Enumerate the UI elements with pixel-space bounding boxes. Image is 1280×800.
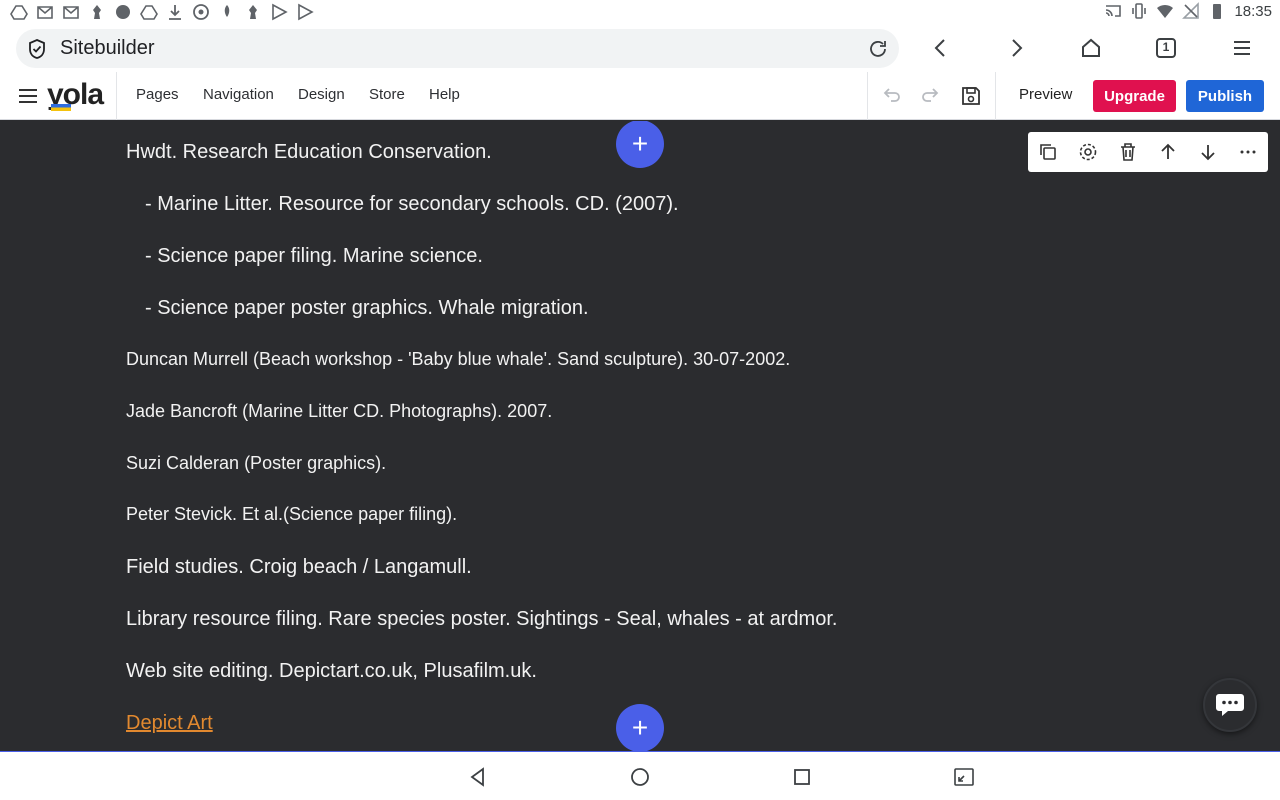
nav-home-icon[interactable] xyxy=(629,766,651,788)
duplicate-icon[interactable] xyxy=(1037,141,1059,163)
menu-design[interactable]: Design xyxy=(298,86,345,103)
preview-button[interactable]: Preview xyxy=(1019,86,1072,103)
depict-art-link[interactable]: Depict Art xyxy=(126,712,213,735)
back-icon[interactable] xyxy=(929,36,953,60)
publish-button[interactable]: Publish xyxy=(1186,80,1264,112)
text-line[interactable]: Peter Stevick. Et al.(Science paper fili… xyxy=(126,504,457,525)
menu-store[interactable]: Store xyxy=(369,86,405,103)
text-line[interactable]: - Science paper filing. Marine science. xyxy=(145,245,483,268)
text-line[interactable]: - Marine Litter. Resource for secondary … xyxy=(145,193,679,216)
plus-icon: + xyxy=(631,128,649,159)
nav-recents-icon[interactable] xyxy=(791,766,813,788)
divider xyxy=(867,72,868,120)
tab-count: 1 xyxy=(1162,40,1170,54)
menu-help[interactable]: Help xyxy=(429,86,460,103)
browser-menu-icon[interactable] xyxy=(1230,36,1254,60)
text-line[interactable]: Suzi Calderan (Poster graphics). xyxy=(126,453,386,474)
divider xyxy=(116,72,117,120)
move-down-icon[interactable] xyxy=(1197,141,1219,163)
chess-icon xyxy=(249,5,257,19)
more-options-icon[interactable] xyxy=(1237,141,1259,163)
aperture-icon xyxy=(193,4,209,20)
text-line[interactable]: Web site editing. Depictart.co.uk, Plusa… xyxy=(126,660,537,683)
block-toolbar xyxy=(1028,132,1268,172)
chat-support-button[interactable] xyxy=(1203,678,1257,732)
reload-icon[interactable] xyxy=(867,38,889,60)
upgrade-button[interactable]: Upgrade xyxy=(1093,80,1176,112)
drive-icon xyxy=(140,5,158,20)
text-line[interactable]: - Science paper poster graphics. Whale m… xyxy=(145,297,589,320)
clock: 18:35 xyxy=(1234,2,1272,20)
browser-toolbar: Sitebuilder 1 xyxy=(0,24,1280,72)
system-icons: 18:35 xyxy=(1104,2,1272,20)
save-icon[interactable] xyxy=(960,85,982,107)
drive-icon xyxy=(10,5,28,20)
android-status-bar: 18:35 xyxy=(0,0,1280,24)
move-up-icon[interactable] xyxy=(1157,141,1179,163)
cast-icon xyxy=(1106,5,1122,17)
editor-header: yola Pages Navigation Design Store Help … xyxy=(0,72,1280,120)
logo-flag-mark xyxy=(51,104,71,111)
play-store-icon xyxy=(298,3,314,21)
trash-icon[interactable] xyxy=(1117,141,1139,163)
tab-switcher-button[interactable]: 1 xyxy=(1154,36,1178,60)
add-block-button-top[interactable]: + xyxy=(616,121,664,168)
notification-icons xyxy=(10,3,314,21)
address-text: Sitebuilder xyxy=(60,37,155,59)
vibrate-icon xyxy=(1132,3,1147,19)
nav-back-icon[interactable] xyxy=(467,766,489,788)
gmail-icon xyxy=(37,6,53,19)
download-icon xyxy=(169,5,181,20)
text-line[interactable]: Library resource filing. Rare species po… xyxy=(126,608,837,631)
redo-icon[interactable] xyxy=(920,85,942,107)
no-signal-icon xyxy=(1182,2,1200,19)
settings-gear-icon[interactable] xyxy=(1077,141,1099,163)
text-line[interactable]: Field studies. Croig beach / Langamull. xyxy=(126,556,472,579)
android-navigation-bar xyxy=(0,751,1280,800)
forward-icon[interactable] xyxy=(1004,36,1028,60)
menu-pages[interactable]: Pages xyxy=(136,86,179,103)
menu-navigation[interactable]: Navigation xyxy=(203,86,274,103)
divider xyxy=(995,72,996,120)
plus-icon: + xyxy=(631,712,649,743)
play-store-icon xyxy=(272,3,288,21)
text-line[interactable]: Jade Bancroft (Marine Litter CD. Photogr… xyxy=(126,401,552,422)
wifi-icon xyxy=(1157,4,1174,18)
text-line[interactable]: Duncan Murrell (Beach workshop - 'Baby b… xyxy=(126,349,790,370)
undo-icon[interactable] xyxy=(880,85,902,107)
home-icon[interactable] xyxy=(1079,36,1103,60)
text-line[interactable]: Hwdt. Research Education Conservation. xyxy=(126,141,492,164)
battery-icon xyxy=(1213,4,1222,19)
shield-check-icon xyxy=(29,39,45,59)
chess-icon xyxy=(93,5,101,19)
address-bar[interactable]: Sitebuilder xyxy=(16,29,899,68)
gmail-icon xyxy=(63,6,79,19)
hamburger-menu-icon[interactable] xyxy=(18,86,38,106)
chat-bubble-icon xyxy=(1216,694,1244,716)
rocket-icon xyxy=(224,5,230,17)
yola-logo: yola xyxy=(47,78,104,111)
screen-rotate-icon[interactable] xyxy=(953,766,975,788)
puzzle-icon xyxy=(116,5,130,19)
editor-canvas: + Hwdt. Research Education Conservation.… xyxy=(0,121,1280,751)
add-block-button-bottom[interactable]: + xyxy=(616,704,664,751)
